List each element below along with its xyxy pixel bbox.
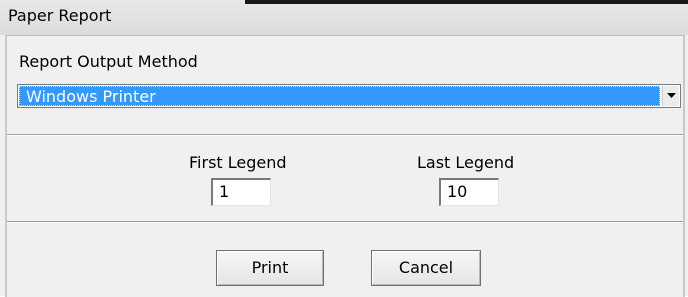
last-legend-label: Last Legend (417, 153, 515, 172)
output-method-dropdown[interactable]: Windows Printer (17, 84, 681, 108)
first-legend-input[interactable]: 1 (211, 178, 271, 206)
chevron-down-icon (667, 93, 676, 98)
dialog-body: Report Output Method Windows Printer Fir… (5, 35, 685, 297)
print-button[interactable]: Print (216, 250, 324, 286)
cancel-button[interactable]: Cancel (371, 250, 481, 286)
last-legend-input[interactable]: 10 (439, 178, 499, 206)
window-title: Paper Report (8, 6, 112, 25)
first-legend-label: First Legend (189, 153, 287, 172)
bottom-divider (7, 221, 683, 223)
dropdown-arrow-button[interactable] (662, 86, 679, 106)
paper-report-dialog: Paper Report Report Output Method Window… (0, 0, 688, 297)
top-divider (7, 134, 683, 136)
output-method-label: Report Output Method (19, 52, 198, 71)
output-method-selected: Windows Printer (19, 86, 660, 106)
title-bar[interactable]: Paper Report (0, 0, 688, 35)
window-frame-strip (245, 0, 688, 4)
